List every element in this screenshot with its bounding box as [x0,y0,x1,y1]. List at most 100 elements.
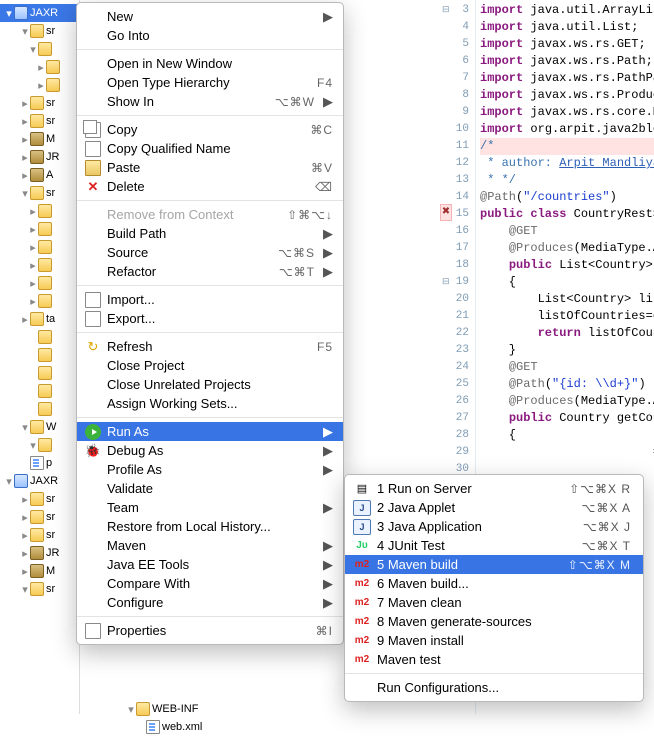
submenu-item-maven-test[interactable]: m2Maven test [345,650,643,669]
code-line[interactable]: import javax.ws.rs.core.M [480,104,654,121]
menu-item-properties[interactable]: Properties⌘I [77,621,343,640]
context-menu[interactable]: New▶Go IntoOpen in New WindowOpen Type H… [76,2,344,645]
disclosure-triangle-icon[interactable]: ▾ [28,43,38,56]
tree-item[interactable]: ▸sr [0,490,79,508]
run-as-submenu[interactable]: ▤1 Run on Server⇧⌥⌘X RJ2 Java Applet⌥⌘X … [344,474,644,702]
tree-item[interactable]: ▸sr [0,526,79,544]
error-marker[interactable]: ✖ [440,204,452,221]
menu-item-assign-working-sets[interactable]: Assign Working Sets... [77,394,343,413]
menu-item-compare-with[interactable]: Compare With▶ [77,574,343,593]
tree-item[interactable]: ▾ [0,436,79,454]
code-line[interactable]: @GET [480,223,654,240]
menu-item-build-path[interactable]: Build Path▶ [77,224,343,243]
project-explorer-bottom[interactable]: ▾WEB-INFweb.xml [76,700,202,736]
tree-item[interactable]: ▸ [0,256,79,274]
code-line[interactable]: { [480,427,654,444]
tree-item[interactable] [0,382,79,400]
submenu-item-8-maven-generate-sources[interactable]: m28 Maven generate-sources [345,612,643,631]
disclosure-triangle-icon[interactable]: ▾ [4,7,14,20]
menu-item-paste[interactable]: Paste⌘V [77,158,343,177]
menu-item-source[interactable]: Source⌥⌘S▶ [77,243,343,262]
tree-item[interactable]: web.xml [76,718,202,736]
disclosure-triangle-icon[interactable]: ▸ [28,241,38,254]
menu-item-run-as[interactable]: Run As▶ [77,422,343,441]
tree-item[interactable]: ▾sr [0,184,79,202]
code-line[interactable]: @GET [480,359,654,376]
menu-item-close-unrelated-projects[interactable]: Close Unrelated Projects [77,375,343,394]
project-explorer[interactable]: ▾JAXR▾sr▾▸▸▸sr▸sr▸M▸JR▸A▾sr▸▸▸▸▸▸▸ta▾W▾p… [0,0,80,714]
disclosure-triangle-icon[interactable]: ▸ [20,169,30,182]
tree-item[interactable] [0,328,79,346]
code-area[interactable]: import java.util.ArrayLisimport java.uti… [480,2,654,461]
tree-item[interactable]: ▸ [0,292,79,310]
submenu-item-9-maven-install[interactable]: m29 Maven install [345,631,643,650]
tree-item[interactable]: ▾sr [0,580,79,598]
menu-item-show-in[interactable]: Show In⌥⌘W▶ [77,92,343,111]
disclosure-triangle-icon[interactable]: ▸ [20,493,30,506]
code-line[interactable]: import java.util.List; [480,19,654,36]
disclosure-triangle-icon[interactable]: ▸ [28,259,38,272]
disclosure-triangle-icon[interactable]: ▸ [28,277,38,290]
disclosure-triangle-icon[interactable]: ▸ [28,295,38,308]
code-line[interactable]: import javax.ws.rs.GET; [480,36,654,53]
code-line[interactable]: import org.arpit.java2blo [480,121,654,138]
tree-item[interactable]: ▸JR [0,148,79,166]
disclosure-triangle-icon[interactable]: ▾ [20,583,30,596]
tree-item[interactable]: ▸M [0,562,79,580]
code-line[interactable]: listOfCountries=c [480,308,654,325]
menu-item-refresh[interactable]: ↻RefreshF5 [77,337,343,356]
tree-item[interactable]: ▸JR [0,544,79,562]
disclosure-triangle-icon[interactable]: ▾ [4,475,14,488]
submenu-item-3-java-application[interactable]: J3 Java Application⌥⌘X J [345,517,643,536]
code-line[interactable]: } [480,342,654,359]
menu-item-java-ee-tools[interactable]: Java EE Tools▶ [77,555,343,574]
tree-item[interactable] [0,400,79,418]
code-line[interactable]: @Path("/countries") [480,189,654,206]
tree-item[interactable]: p [0,454,79,472]
tree-item[interactable]: ▸sr [0,112,79,130]
code-line[interactable]: import javax.ws.rs.PathPa [480,70,654,87]
disclosure-triangle-icon[interactable]: ▸ [20,151,30,164]
disclosure-triangle-icon[interactable]: ▸ [20,133,30,146]
disclosure-triangle-icon[interactable]: ▸ [28,205,38,218]
tree-item[interactable]: ▸sr [0,94,79,112]
menu-item-new[interactable]: New▶ [77,7,343,26]
menu-item-validate[interactable]: Validate [77,479,343,498]
code-line[interactable]: @Produces(MediaType.A [480,240,654,257]
menu-item-delete[interactable]: ✕Delete⌫ [77,177,343,196]
menu-item-refactor[interactable]: Refactor⌥⌘T▶ [77,262,343,281]
code-line[interactable]: * author: Arpit Mandliya [480,155,654,172]
code-line[interactable]: return listOfCoun [480,325,654,342]
submenu-item-run-configurations[interactable]: Run Configurations... [345,678,643,697]
code-line[interactable]: =c [480,444,654,461]
tree-item[interactable]: ▾JAXR [0,4,79,22]
code-line[interactable]: @Path("{id: \\d+}") [480,376,654,393]
code-line[interactable]: public Country getCou [480,410,654,427]
disclosure-triangle-icon[interactable]: ▸ [20,97,30,110]
menu-item-export[interactable]: Export... [77,309,343,328]
tree-item[interactable]: ▸ [0,274,79,292]
code-line[interactable]: @Produces(MediaType.A [480,393,654,410]
menu-item-import[interactable]: Import... [77,290,343,309]
tree-item[interactable]: ▸ [0,202,79,220]
code-line[interactable]: /* [480,138,654,155]
disclosure-triangle-icon[interactable]: ▸ [20,529,30,542]
code-line[interactable]: import javax.ws.rs.Path; [480,53,654,70]
code-line[interactable]: import java.util.ArrayLis [480,2,654,19]
code-line[interactable]: public class CountryRestS [480,206,654,223]
submenu-item-7-maven-clean[interactable]: m27 Maven clean [345,593,643,612]
disclosure-triangle-icon[interactable]: ▸ [36,79,46,92]
tree-item[interactable]: ▾ [0,40,79,58]
tree-item[interactable]: ▸A [0,166,79,184]
menu-item-open-type-hierarchy[interactable]: Open Type HierarchyF4 [77,73,343,92]
submenu-item-5-maven-build[interactable]: m25 Maven build⇧⌥⌘X M [345,555,643,574]
submenu-item-4-junit-test[interactable]: Jυ4 JUnit Test⌥⌘X T [345,536,643,555]
tree-item[interactable] [0,346,79,364]
tree-item[interactable]: ▸ [0,76,79,94]
tree-item[interactable] [0,364,79,382]
disclosure-triangle-icon[interactable]: ▸ [20,547,30,560]
menu-item-copy[interactable]: Copy⌘C [77,120,343,139]
menu-item-go-into[interactable]: Go Into [77,26,343,45]
code-line[interactable]: import javax.ws.rs.Produc [480,87,654,104]
tree-item[interactable]: ▸sr [0,508,79,526]
